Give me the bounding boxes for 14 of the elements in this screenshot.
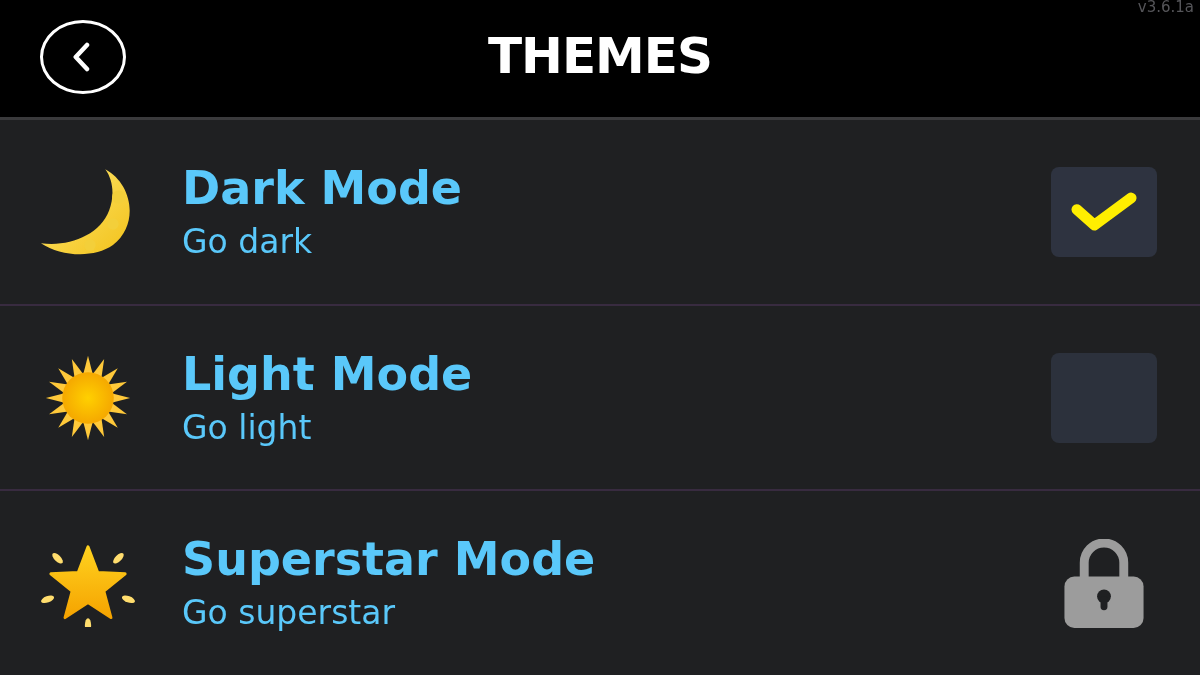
checkmark-icon xyxy=(1071,190,1137,234)
lock-icon xyxy=(1064,538,1144,628)
theme-title: Superstar Mode xyxy=(182,533,596,586)
theme-subtitle: Go light xyxy=(182,407,312,448)
back-button[interactable] xyxy=(40,19,126,94)
theme-title: Dark Mode xyxy=(182,161,463,214)
theme-subtitle: Go superstar xyxy=(182,593,396,634)
theme-title: Light Mode xyxy=(182,347,473,400)
page-title: THEMES xyxy=(488,30,712,81)
back-icon xyxy=(72,41,90,72)
theme-subtitle: Go dark xyxy=(182,221,313,262)
version-label: v3.6.1a xyxy=(1137,0,1194,15)
checkbox[interactable] xyxy=(1051,166,1157,257)
checkbox[interactable] xyxy=(1051,352,1157,443)
